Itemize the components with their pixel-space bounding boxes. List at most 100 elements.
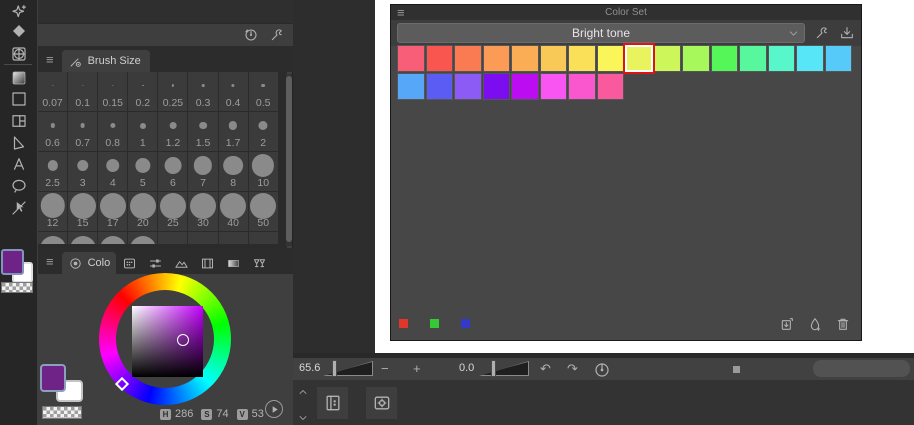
color-swatch[interactable] — [425, 45, 453, 72]
brush-size-cell[interactable]: 3 — [68, 152, 99, 192]
rotate-slider[interactable] — [479, 361, 529, 376]
color-swatch[interactable] — [397, 73, 425, 100]
balloon-tool[interactable] — [0, 175, 37, 197]
zoom-out-button[interactable]: − — [381, 361, 389, 376]
tab-approximate-color[interactable] — [168, 254, 194, 272]
delete-color-icon[interactable] — [835, 316, 851, 332]
add-color-icon[interactable] — [807, 316, 823, 332]
display-color-swatch[interactable] — [430, 319, 439, 328]
panel-menu-icon[interactable]: ≡ — [46, 53, 54, 66]
brush-size-cell[interactable]: 0.1 — [68, 72, 99, 112]
color-swatch-selected[interactable] — [625, 45, 653, 72]
color-swatch[interactable] — [653, 45, 681, 72]
brush-size-cell-partial[interactable] — [218, 232, 249, 244]
brush-size-cell[interactable]: 0.25 — [158, 72, 189, 112]
color-swatch[interactable] — [824, 45, 852, 72]
brush-size-cell[interactable]: 10 — [248, 152, 279, 192]
foreground-color-swatch[interactable] — [1, 249, 24, 275]
tab-color-slider[interactable] — [142, 254, 168, 272]
replace-color-icon[interactable] — [779, 316, 795, 332]
tab-gradient[interactable] — [220, 254, 246, 272]
color-swatch[interactable] — [568, 45, 596, 72]
rotate-ccw-icon[interactable]: ↶ — [540, 361, 551, 377]
eraser-tool[interactable] — [0, 20, 37, 42]
brush-size-cell-partial[interactable] — [158, 232, 189, 244]
color-swatch[interactable] — [482, 45, 510, 72]
brush-size-cell[interactable]: 0.6 — [38, 112, 69, 152]
transparent-color-swatch[interactable] — [42, 406, 82, 419]
gradient-tool[interactable] — [0, 67, 37, 89]
brush-size-cell[interactable]: 7 — [188, 152, 219, 192]
display-color-swatch[interactable] — [461, 319, 470, 328]
brush-size-cell[interactable]: 25 — [158, 192, 189, 232]
reference-view-button[interactable] — [366, 387, 397, 419]
switch-wheel-button[interactable] — [265, 400, 283, 418]
color-swatch[interactable] — [425, 73, 453, 100]
brush-size-cell[interactable]: 40 — [218, 192, 249, 232]
zoom-slider[interactable] — [323, 361, 373, 376]
color-swatch[interactable] — [596, 45, 624, 72]
figure-tool[interactable] — [0, 88, 37, 110]
color-swatch[interactable] — [568, 73, 596, 100]
brush-size-cell[interactable]: 0.3 — [188, 72, 219, 112]
zoom-in-button[interactable]: + — [413, 361, 421, 376]
brush-size-cell[interactable]: 0.8 — [98, 112, 129, 152]
nav-scrollbar-thumb[interactable] — [813, 360, 910, 377]
blend-tool[interactable] — [0, 43, 37, 65]
tab-color-history[interactable] — [194, 254, 220, 272]
transparent-color-swatch[interactable] — [1, 282, 33, 293]
color-swatch[interactable] — [739, 45, 767, 72]
wrench-icon[interactable] — [269, 27, 285, 43]
rotate-cw-icon[interactable]: ↷ — [567, 361, 578, 377]
color-swatch[interactable] — [454, 73, 482, 100]
panel-menu-icon[interactable]: ≡ — [46, 255, 54, 268]
brush-size-cell[interactable]: 1.7 — [218, 112, 249, 152]
display-color-swatch[interactable] — [399, 319, 408, 328]
brush-size-cell[interactable]: 0.15 — [98, 72, 129, 112]
saturation-value-square[interactable] — [132, 306, 203, 377]
brush-size-cell[interactable]: 0.2 — [128, 72, 159, 112]
scrollbar-thumb[interactable] — [286, 76, 292, 242]
color-swatch[interactable] — [511, 73, 539, 100]
brush-size-cell[interactable]: 2 — [248, 112, 279, 152]
brush-size-cell[interactable]: 1.2 — [158, 112, 189, 152]
edit-color-set-icon[interactable] — [814, 25, 830, 41]
color-swatch[interactable] — [767, 45, 795, 72]
actual-size-button[interactable] — [733, 366, 740, 373]
brush-size-cell[interactable]: 12 — [38, 192, 69, 232]
scroll-up-icon[interactable] — [297, 386, 309, 398]
reset-default-icon[interactable] — [243, 27, 259, 43]
brush-size-cell-partial[interactable] — [128, 232, 159, 244]
brush-size-cell[interactable]: 0.5 — [248, 72, 279, 112]
color-swatch[interactable] — [596, 73, 624, 100]
brush-size-cell[interactable]: 30 — [188, 192, 219, 232]
brush-size-cell[interactable]: 5 — [128, 152, 159, 192]
color-swatch[interactable] — [682, 45, 710, 72]
reset-rotation-icon[interactable] — [593, 361, 611, 379]
brush-size-cell[interactable]: 0.07 — [38, 72, 69, 112]
brush-size-cell[interactable]: 6 — [158, 152, 189, 192]
brush-size-cell[interactable]: 8 — [218, 152, 249, 192]
brush-size-cell[interactable]: 0.7 — [68, 112, 99, 152]
brush-size-cell[interactable]: 1 — [128, 112, 159, 152]
brush-size-cell[interactable]: 50 — [248, 192, 279, 232]
scroll-down-icon[interactable] — [297, 412, 309, 424]
operation-tool[interactable] — [0, 197, 37, 219]
color-swatch[interactable] — [539, 45, 567, 72]
brush-size-cell-partial[interactable] — [98, 232, 129, 244]
color-set-dropdown[interactable]: Bright tone — [397, 23, 805, 43]
brush-size-cell[interactable]: 17 — [98, 192, 129, 232]
brush-size-cell-partial[interactable] — [248, 232, 279, 244]
tab-color-set[interactable] — [116, 254, 142, 272]
brush-size-cell-partial[interactable] — [68, 232, 99, 244]
brush-size-cell[interactable]: 2.5 — [38, 152, 69, 192]
page-view-button[interactable] — [317, 387, 348, 419]
tab-color-wheel[interactable]: Colo — [61, 252, 117, 274]
color-swatch[interactable] — [454, 45, 482, 72]
brush-size-scrollbar[interactable] — [286, 74, 292, 246]
color-swatch[interactable] — [710, 45, 738, 72]
zoom-slider-handle[interactable] — [332, 360, 337, 377]
color-swatch[interactable] — [511, 45, 539, 72]
brush-size-cell[interactable]: 4 — [98, 152, 129, 192]
color-swatch[interactable] — [397, 45, 425, 72]
